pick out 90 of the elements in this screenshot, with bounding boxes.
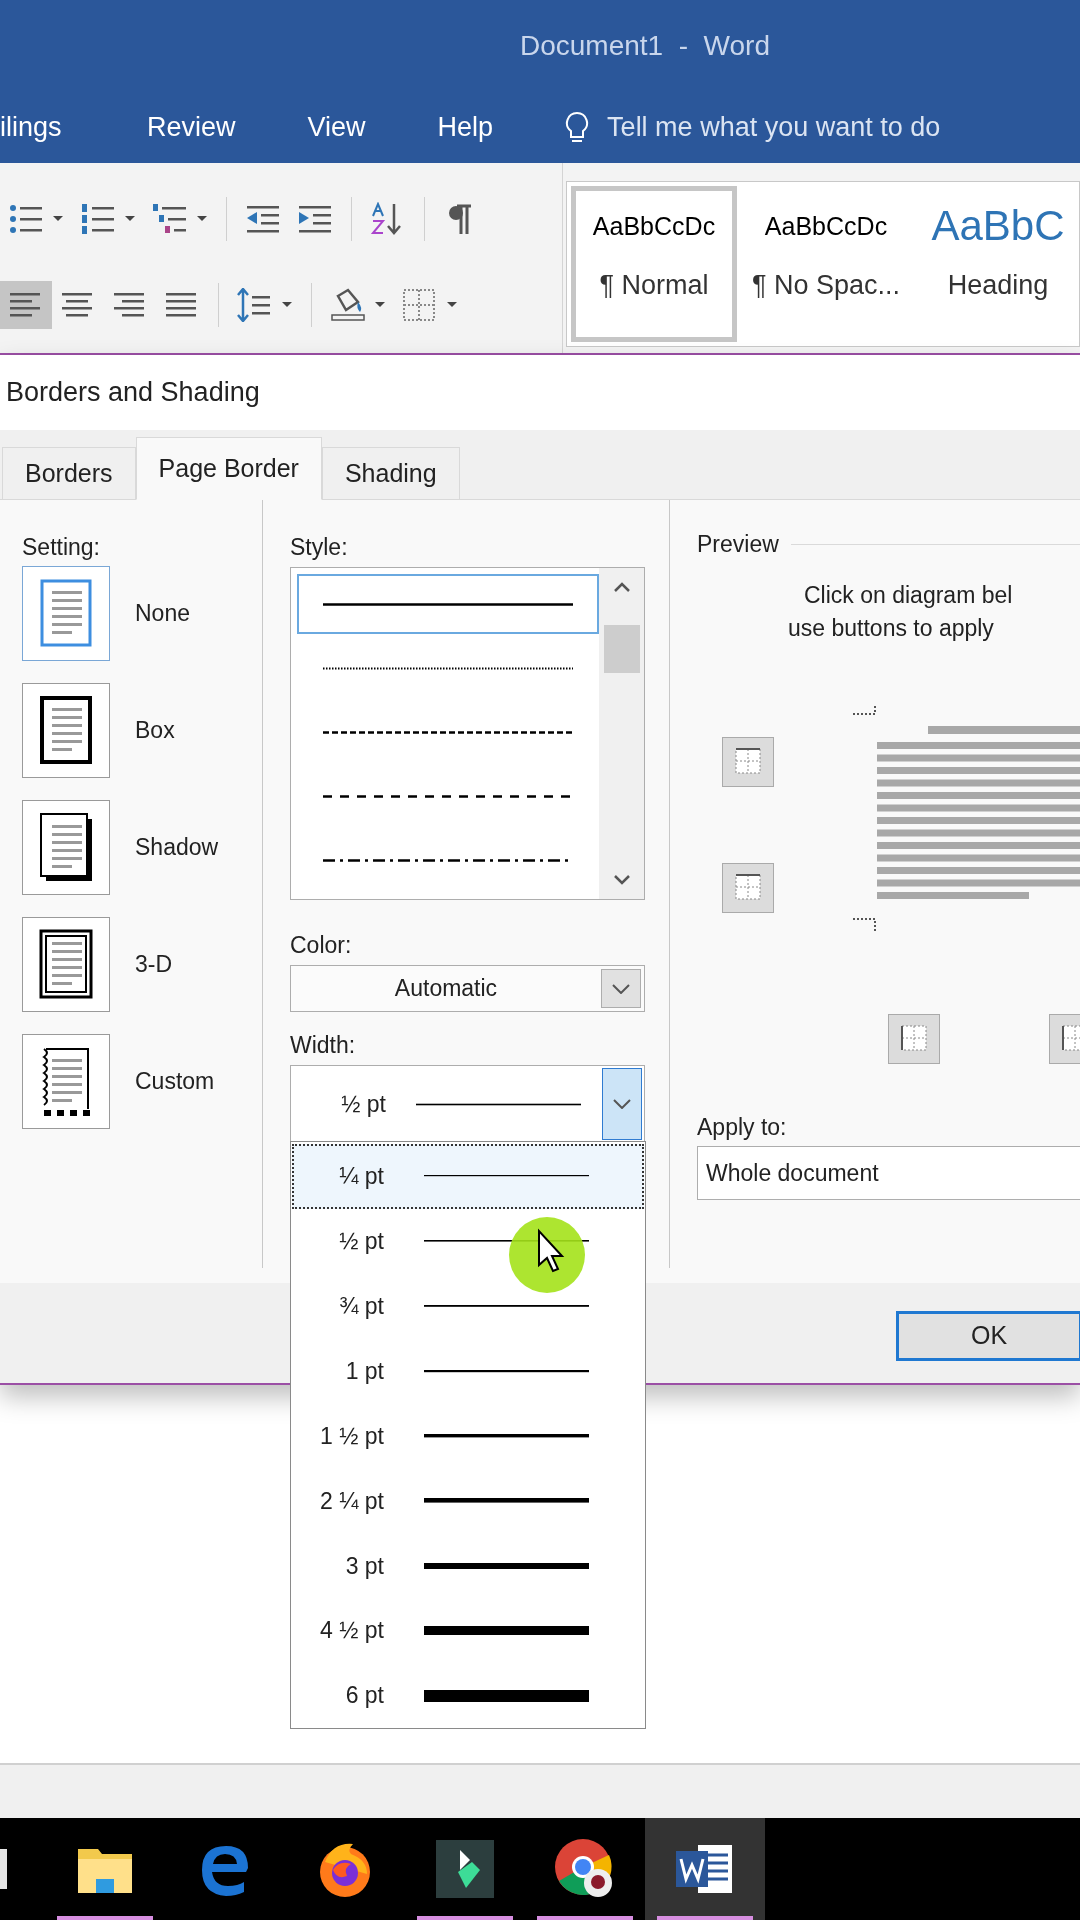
ok-button[interactable]: OK bbox=[896, 1311, 1080, 1361]
setting-label: Box bbox=[135, 716, 175, 746]
numbered-list-icon bbox=[80, 202, 116, 236]
line-style-icon bbox=[323, 730, 573, 734]
border-toggle-icon[interactable] bbox=[722, 737, 774, 787]
style-gallery-item[interactable]: AaBbCcDc ¶ Normal bbox=[571, 186, 737, 342]
preview-label: Preview bbox=[697, 529, 779, 559]
apply-to-label: Apply to: bbox=[697, 1113, 788, 1142]
caret-icon bbox=[52, 215, 64, 223]
line-weight-icon bbox=[424, 1626, 589, 1636]
preview-instructions: use buttons to apply bbox=[788, 614, 994, 643]
dialog-title: Borders and Shading bbox=[6, 376, 260, 410]
line-weight-icon bbox=[424, 1498, 589, 1504]
style-sample: AaBbC bbox=[931, 205, 1065, 247]
line-sample-icon bbox=[416, 1102, 581, 1106]
ribbon-tab[interactable]: View bbox=[307, 107, 366, 148]
setting-label: 3-D bbox=[135, 950, 173, 980]
caret-icon bbox=[374, 301, 386, 309]
setting-option[interactable] bbox=[22, 800, 110, 895]
borders-icon bbox=[402, 288, 438, 322]
style-sample: AaBbCcDc bbox=[764, 211, 888, 242]
width-label: Width: bbox=[290, 1031, 357, 1060]
line-weight-icon bbox=[424, 1175, 589, 1178]
window-title: Document1 - Word bbox=[520, 29, 770, 63]
width-option[interactable]: ¼ pt bbox=[292, 1144, 644, 1209]
line-weight-icon bbox=[424, 1305, 589, 1308]
line-weight-icon bbox=[424, 1369, 589, 1373]
ribbon-tab[interactable]: Help bbox=[437, 107, 494, 148]
line-style-icon bbox=[323, 666, 573, 670]
style-gallery-item[interactable]: AaBbC Heading bbox=[915, 186, 1079, 342]
line-style-icon bbox=[323, 794, 573, 798]
width-option[interactable]: 6 pt bbox=[292, 1663, 644, 1728]
caret-icon bbox=[124, 215, 136, 223]
width-option[interactable]: 2 ¼ pt bbox=[292, 1468, 644, 1534]
style-sample: AaBbCcDc bbox=[592, 211, 716, 242]
paint-bucket-icon bbox=[330, 288, 366, 322]
border-toggle-icon[interactable] bbox=[888, 1014, 940, 1064]
scroll-down-icon[interactable] bbox=[613, 875, 630, 885]
dialog-tab[interactable]: Borders bbox=[2, 447, 136, 500]
caret-icon bbox=[281, 301, 293, 309]
preview-instructions: Click on diagram bel bbox=[804, 581, 1013, 610]
scrollbar-thumb[interactable] bbox=[603, 624, 640, 673]
width-option[interactable]: 1 pt bbox=[292, 1338, 644, 1404]
setting-label: Shadow bbox=[135, 833, 219, 863]
multilevel-list-icon bbox=[152, 202, 188, 236]
setting-option[interactable] bbox=[22, 683, 110, 778]
chevron-down-icon bbox=[613, 1099, 631, 1109]
bullet-list-icon bbox=[8, 202, 44, 236]
diamond-app-icon[interactable] bbox=[436, 1840, 494, 1898]
dialog-tab[interactable]: Page Border bbox=[135, 437, 322, 500]
scrollbar[interactable] bbox=[599, 568, 644, 899]
setting-option[interactable] bbox=[22, 1034, 110, 1129]
width-option[interactable]: 3 pt bbox=[292, 1533, 644, 1599]
width-dropdown[interactable]: ½ pt bbox=[290, 1065, 645, 1143]
caret-icon bbox=[446, 301, 458, 309]
line-spacing-icon bbox=[237, 288, 273, 322]
width-option[interactable]: 1 ½ pt bbox=[292, 1403, 644, 1469]
caret-icon bbox=[196, 215, 208, 223]
app-icon[interactable] bbox=[0, 1849, 8, 1889]
scroll-up-icon[interactable] bbox=[613, 582, 630, 592]
style-list[interactable] bbox=[290, 567, 645, 900]
tell-me-field[interactable]: Tell me what you want to do bbox=[607, 107, 941, 148]
setting-label: Setting: bbox=[22, 533, 101, 562]
lightbulb-icon[interactable] bbox=[565, 110, 590, 145]
line-weight-icon bbox=[424, 1562, 589, 1569]
ribbon-tab[interactable]: Review bbox=[147, 107, 236, 148]
border-toggle-icon[interactable] bbox=[722, 863, 774, 913]
style-label: Style: bbox=[290, 533, 349, 562]
ribbon-button[interactable] bbox=[0, 281, 52, 329]
setting-label: Custom bbox=[135, 1067, 215, 1097]
chevron-down-icon bbox=[612, 983, 630, 994]
width-option[interactable]: 4 ½ pt bbox=[292, 1598, 644, 1664]
line-style-icon bbox=[323, 602, 573, 606]
style-name: ¶ Normal bbox=[599, 269, 709, 302]
line-weight-icon bbox=[424, 1434, 589, 1438]
setting-label: None bbox=[135, 599, 190, 629]
word-icon[interactable] bbox=[676, 1843, 734, 1895]
mouse-cursor-icon bbox=[507, 1215, 587, 1295]
apply-to-dropdown[interactable]: Whole document bbox=[697, 1146, 1080, 1200]
color-label: Color: bbox=[290, 931, 353, 960]
style-gallery-item[interactable]: AaBbCcDc ¶ No Spac... bbox=[743, 186, 909, 342]
line-weight-icon bbox=[424, 1689, 589, 1702]
style-name: ¶ No Spac... bbox=[751, 269, 901, 302]
style-name: Heading bbox=[947, 269, 1049, 302]
ribbon-tab[interactable]: ilings bbox=[0, 107, 147, 148]
width-option[interactable]: ¾ pt bbox=[292, 1273, 644, 1339]
setting-option[interactable] bbox=[22, 917, 110, 1012]
color-dropdown[interactable]: Automatic bbox=[290, 965, 645, 1012]
dialog-tab[interactable]: Shading bbox=[321, 447, 460, 500]
style-option[interactable] bbox=[297, 574, 599, 634]
